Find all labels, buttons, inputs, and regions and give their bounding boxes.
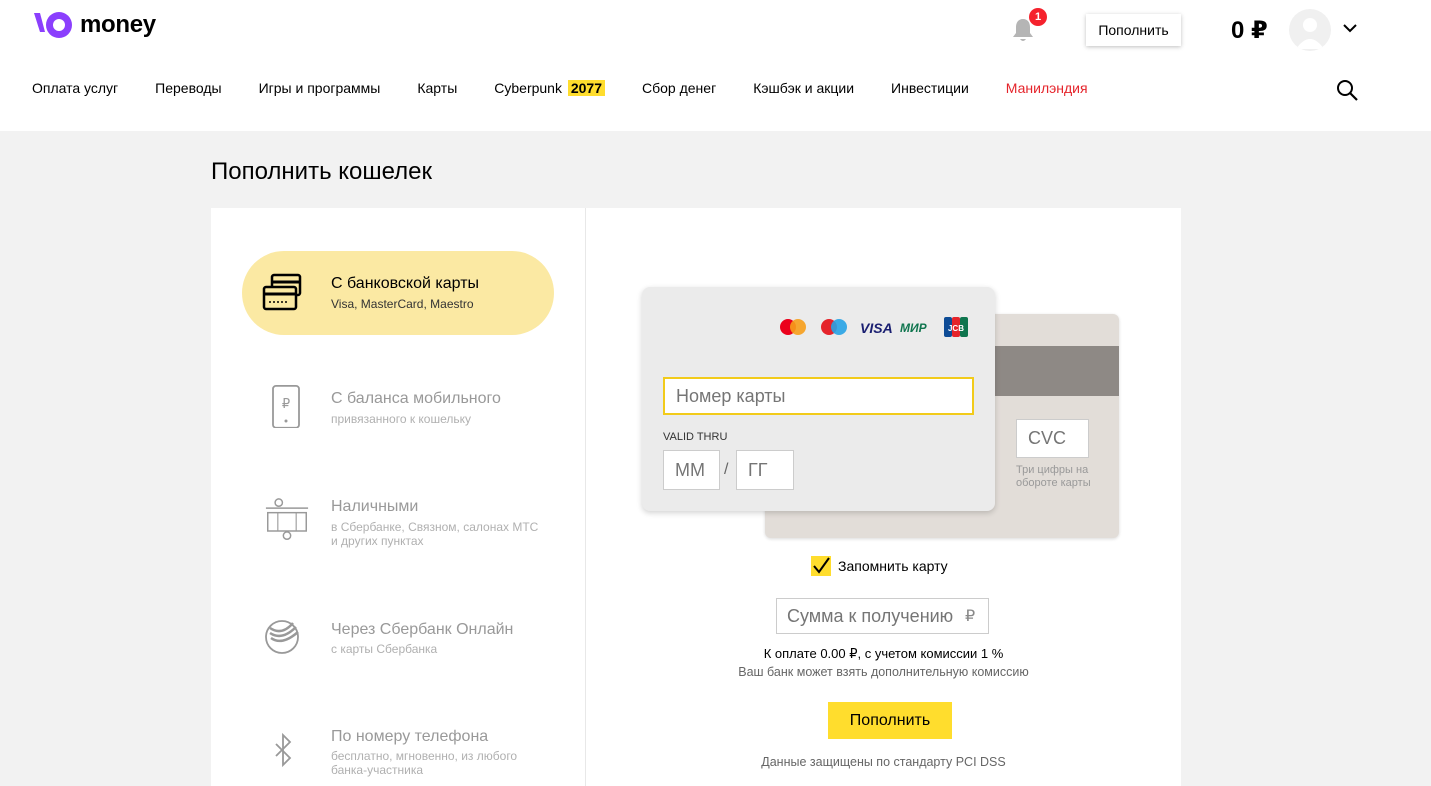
nav-item-cashback[interactable]: Кэшбэк и акции: [753, 80, 854, 96]
payment-info: К оплате 0.00 ₽, с учетом комиссии 1 %: [763, 646, 1004, 661]
topup-button-header[interactable]: Пополнить: [1086, 14, 1181, 46]
visa-icon: VISA: [860, 320, 893, 336]
nav-item-cards[interactable]: Карты: [417, 80, 457, 96]
nav-item-cyberpunk[interactable]: Cyberpunk 2077: [494, 80, 606, 96]
header: money 1 Пополнить 0 ₽ Оплата услуг Перев…: [0, 0, 1431, 131]
main-nav: Оплата услуг Переводы Игры и программы К…: [32, 80, 1125, 96]
avatar[interactable]: [1289, 9, 1331, 51]
logo[interactable]: money: [32, 10, 156, 40]
method-subtitle: бесплатно, мгновенно, из любого банка-уч…: [331, 749, 518, 777]
method-sberbank-online[interactable]: Через Сбербанк Онлайн с карты Сбербанка: [242, 595, 554, 679]
user-silhouette-icon: [1296, 18, 1324, 49]
maestro-icon: [821, 319, 847, 335]
method-title: С банковской карты: [331, 275, 480, 292]
bank-card-icon: [262, 273, 302, 311]
sberbank-icon: [265, 620, 299, 654]
mir-icon: МИР: [900, 321, 928, 335]
nav-item-transfers[interactable]: Переводы: [155, 80, 221, 96]
bluetooth-icon: [275, 732, 292, 768]
jcb-icon: JCB: [944, 317, 968, 337]
remember-card-checkbox-row[interactable]: Запомнить карту: [811, 556, 948, 576]
method-subtitle: привязанного к кошельку: [331, 412, 472, 426]
svg-text:₽: ₽: [282, 397, 290, 412]
method-title: По номеру телефона: [331, 728, 489, 745]
card-brands-logos: VISA МИР JCB: [780, 317, 968, 337]
remember-card-label: Запомнить карту: [838, 558, 948, 574]
topup-submit-button[interactable]: Пополнить: [828, 702, 952, 739]
nav-item-moneyland[interactable]: Манилэндия: [1006, 80, 1088, 96]
nav-badge-2077: 2077: [567, 80, 606, 96]
amount-input[interactable]: [776, 598, 989, 634]
ruble-sign: ₽: [965, 608, 976, 625]
method-title: С баланса мобильного: [331, 390, 501, 407]
cash-terminal-icon: [265, 498, 309, 540]
method-bank-card[interactable]: С банковской карты Visa, MasterCard, Mae…: [242, 251, 554, 335]
cvc-input[interactable]: [1016, 419, 1089, 458]
valid-thru-label: VALID THRU: [663, 431, 728, 443]
method-subtitle: с карты Сбербанка: [331, 642, 438, 656]
yoomoney-logo-icon: [34, 12, 72, 38]
method-subtitle: Visa, MasterCard, Maestro: [331, 297, 474, 311]
method-mobile-balance[interactable]: ₽ С баланса мобильного привязанного к ко…: [242, 364, 554, 448]
nav-item-investments[interactable]: Инвестиции: [891, 80, 969, 96]
nav-item-games[interactable]: Игры и программы: [259, 80, 381, 96]
date-separator: /: [724, 461, 729, 478]
panel-divider: [585, 208, 586, 786]
nav-item-cyberpunk-label: Cyberpunk: [494, 80, 562, 96]
method-title: Наличными: [331, 498, 419, 515]
chevron-down-icon[interactable]: [1342, 22, 1358, 34]
wallet-balance: 0 ₽: [1231, 17, 1268, 44]
method-title: Через Сбербанк Онлайн: [331, 621, 514, 638]
cvc-hint: Три цифры на обороте карты: [1016, 464, 1091, 489]
remember-card-checkbox[interactable]: [811, 556, 831, 576]
method-phone-number[interactable]: По номеру телефона бесплатно, мгновенно,…: [242, 702, 554, 786]
bank-commission-note: Ваш банк может взять дополнительную коми…: [738, 665, 1029, 679]
jcb-label: JCB: [948, 324, 964, 333]
security-note: Данные защищены по стандарту PCI DSS: [761, 755, 1006, 769]
page-title: Пополнить кошелек: [211, 158, 433, 185]
checkmark-icon: [813, 557, 830, 574]
logo-text: money: [80, 11, 156, 38]
mastercard-icon: [780, 319, 806, 335]
card-number-input[interactable]: [663, 377, 974, 415]
nav-item-fundraising[interactable]: Сбор денег: [642, 80, 716, 96]
method-cash[interactable]: Наличными в Сбербанке, Связном, салонах …: [242, 472, 554, 556]
method-subtitle: в Сбербанке, Связном, салонах МТС и друг…: [331, 520, 539, 548]
search-icon[interactable]: [1335, 78, 1359, 102]
notification-badge: 1: [1029, 8, 1047, 26]
expiry-year-input[interactable]: [736, 450, 794, 490]
expiry-month-input[interactable]: [663, 450, 720, 490]
nav-item-services[interactable]: Оплата услуг: [32, 80, 118, 96]
mobile-phone-icon: ₽: [272, 385, 300, 428]
